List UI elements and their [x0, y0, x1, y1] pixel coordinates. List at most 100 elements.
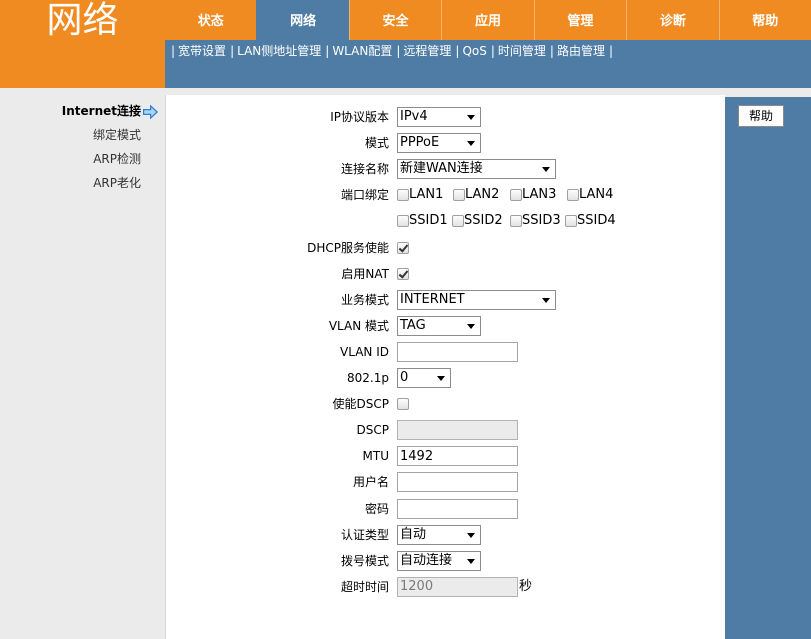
tab-security[interactable]: 安全 [348, 0, 441, 40]
subnav-separator: | [490, 44, 495, 58]
subnav-link-routing[interactable]: 路由管理 [557, 44, 605, 58]
sidebar-item-internet-connection[interactable]: Internet连接 [0, 99, 159, 123]
auth-type-label: 认证类型 [340, 527, 389, 542]
dropdown-arrow-icon [542, 167, 550, 173]
service-mode-value: INTERNET [400, 291, 465, 307]
sidebar-item-arp-detection[interactable]: ARP检测 [0, 147, 141, 171]
mode-select[interactable]: PPPoE [397, 133, 481, 154]
vlan-id-input[interactable] [397, 341, 518, 362]
vlan-mode-select[interactable]: TAG [397, 315, 481, 336]
tab-management[interactable]: 管理 [533, 0, 626, 40]
auth-type-select[interactable]: 自动 [397, 524, 481, 545]
subnav-separator: | [608, 44, 614, 58]
sidebar-item-label: Internet连接 [61, 104, 141, 118]
lan1-checkbox[interactable] [397, 189, 409, 202]
dscp-enable-label: 使能DSCP [332, 397, 389, 412]
port-option-lan3: LAN3 [510, 182, 567, 208]
sub-nav: | 宽带设置 | LAN侧地址管理 | WLAN配置 | 远程管理 | QoS | 时间管理 | 路由管理… [165, 40, 811, 88]
tab-application[interactable]: 应用 [441, 0, 533, 40]
sidebar-item-arp-aging[interactable]: ARP老化 [0, 171, 141, 195]
nat-enable-label: 启用NAT [341, 266, 389, 281]
priority-8021p-value: 0 [400, 370, 409, 385]
subnav-link-remote[interactable]: 远程管理 [403, 44, 451, 58]
form-row-port-binding-lan: 端口绑定 LAN1 LAN2 LAN3 LAN4 [166, 182, 724, 208]
idle-timeout-label: 超时时间 [340, 579, 389, 594]
nat-enable-checkbox[interactable] [397, 267, 409, 280]
subnav-link-wlan[interactable]: WLAN配置 [332, 44, 392, 58]
form-row-dhcp-enable: DHCP服务使能 [166, 235, 724, 261]
password-label: 密码 [364, 501, 389, 516]
dial-mode-label: 拨号模式 [340, 553, 389, 568]
brand-area: 网络 [0, 0, 165, 88]
ssid2-label: SSID2 [464, 213, 503, 229]
dscp-input[interactable] [397, 420, 518, 441]
subnav-separator: | [230, 44, 235, 58]
password-input[interactable] [397, 498, 518, 519]
sidebar-item-label: ARP检测 [93, 152, 141, 166]
subnav-separator: | [325, 44, 330, 58]
subnav-link-broadband[interactable]: 宽带设置 [178, 44, 226, 58]
ssid1-label: SSID1 [409, 213, 448, 229]
port-option-lan2: LAN2 [453, 182, 510, 208]
tab-diagnostics[interactable]: 诊断 [626, 0, 718, 40]
ssid2-checkbox[interactable] [452, 215, 464, 228]
form-row-vlan-id: VLAN ID [166, 339, 724, 365]
ssid4-checkbox[interactable] [565, 215, 577, 228]
ip-version-select[interactable]: IPv4 [397, 107, 481, 127]
form-row-password: 密码 [166, 496, 724, 522]
form-row-username: 用户名 [166, 469, 724, 495]
ssid1-checkbox[interactable] [397, 215, 409, 228]
username-input[interactable] [397, 472, 518, 493]
mtu-label: MTU [362, 449, 389, 464]
dropdown-arrow-icon [467, 141, 475, 147]
lan4-checkbox[interactable] [567, 189, 579, 202]
ssid4-label: SSID4 [577, 213, 616, 229]
sidebar-item-label: 绑定模式 [92, 128, 141, 142]
lan3-checkbox[interactable] [510, 189, 522, 202]
subnav-separator: | [549, 44, 554, 58]
form-row-vlan-mode: VLAN 模式 TAG [166, 313, 724, 339]
subnav-link-qos[interactable]: QoS [462, 44, 486, 58]
vlan-id-label: VLAN ID [340, 344, 389, 359]
subnav-separator: | [171, 44, 176, 58]
mode-label: 模式 [364, 136, 389, 151]
ip-version-value: IPv4 [400, 109, 428, 124]
dropdown-arrow-icon [467, 115, 475, 120]
mtu-input[interactable] [397, 446, 518, 467]
sidebar: Internet连接 绑定模式 ARP检测 ARP老化 [0, 88, 165, 639]
lan2-checkbox[interactable] [453, 189, 465, 202]
form-row-service-mode: 业务模式 INTERNET [166, 287, 724, 313]
main-nav: 状态 网络 安全 应用 管理 诊断 帮助 [165, 0, 811, 40]
port-option-lan1: LAN1 [397, 182, 454, 208]
form-row-dscp-enable: 使能DSCP [166, 391, 724, 417]
page-section-title: 网络 [46, 0, 119, 41]
idle-timeout-input[interactable] [397, 576, 518, 597]
dial-mode-select[interactable]: 自动连接 [397, 550, 481, 571]
form-row-nat-enable: 启用NAT [166, 261, 724, 287]
lan3-label: LAN3 [522, 187, 557, 203]
service-mode-select[interactable]: INTERNET [397, 289, 556, 310]
tab-status[interactable]: 状态 [165, 0, 256, 40]
help-button[interactable]: 帮助 [738, 105, 784, 127]
tab-help[interactable]: 帮助 [718, 0, 811, 40]
username-label: 用户名 [352, 475, 389, 490]
port-option-ssid1: SSID1 [397, 208, 454, 234]
subnav-link-lan-address[interactable]: LAN侧地址管理 [237, 44, 321, 58]
auth-type-value: 自动 [400, 526, 427, 542]
priority-8021p-select[interactable]: 0 [397, 368, 451, 388]
tab-network[interactable]: 网络 [256, 0, 349, 40]
ssid3-checkbox[interactable] [510, 215, 522, 228]
lan1-label: LAN1 [409, 187, 444, 203]
port-binding-label: 端口绑定 [340, 188, 389, 203]
dhcp-enable-checkbox[interactable] [397, 241, 409, 254]
form-row-mode: 模式 PPPoE [166, 130, 724, 156]
vlan-mode-label: VLAN 模式 [328, 318, 389, 333]
connection-name-value: 新建WAN连接 [400, 161, 483, 177]
form-row-dscp: DSCP [166, 417, 724, 443]
dscp-enable-checkbox[interactable] [397, 398, 409, 411]
form-row-ip-version: IP协议版本 IPv4 [166, 104, 724, 130]
subnav-link-time[interactable]: 时间管理 [498, 44, 546, 58]
dropdown-arrow-icon [437, 376, 445, 381]
sidebar-item-binding-mode[interactable]: 绑定模式 [0, 123, 141, 147]
connection-name-select[interactable]: 新建WAN连接 [397, 159, 556, 180]
